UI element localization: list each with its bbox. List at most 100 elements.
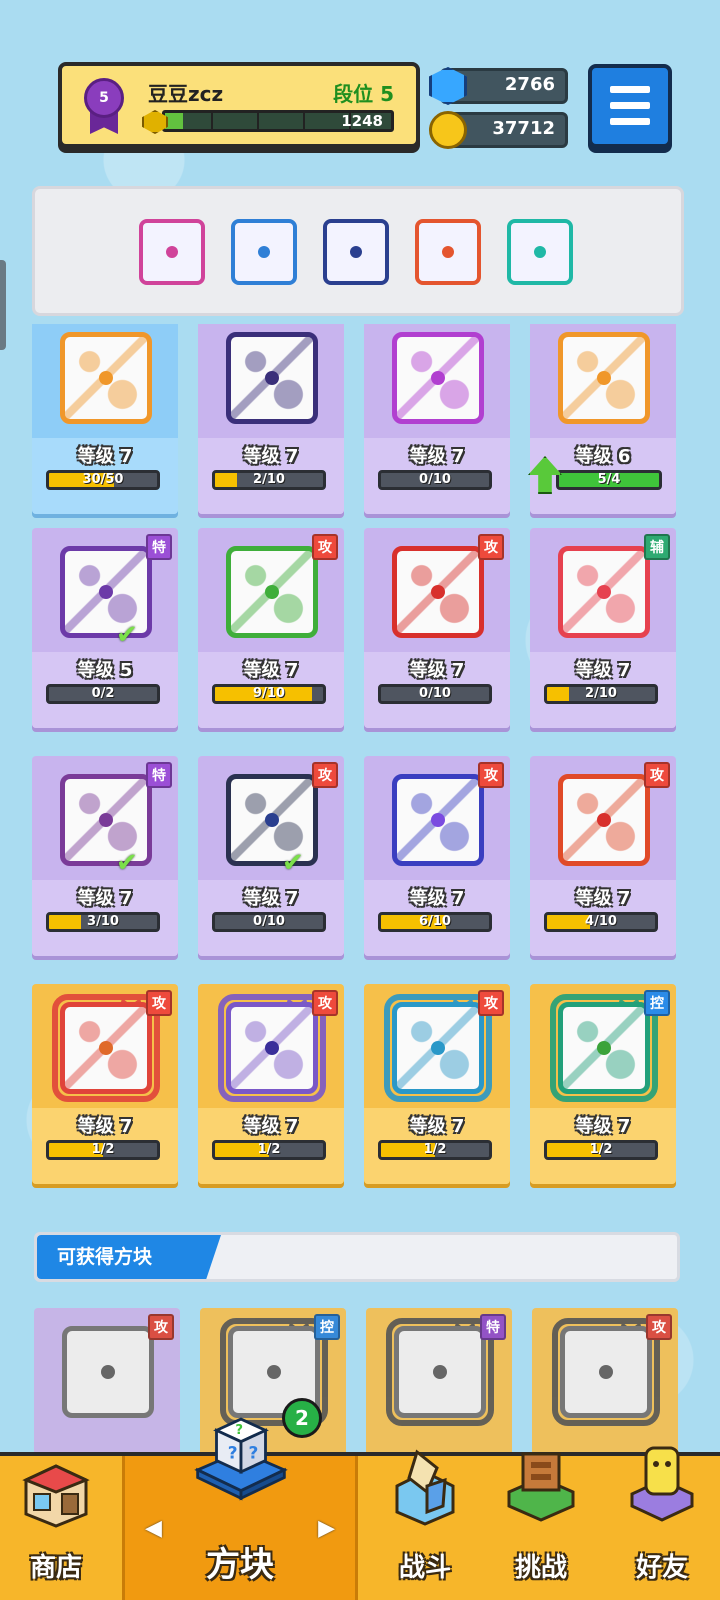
dice-card[interactable]: 攻等级 7 1/2 [364,984,510,1184]
progress-text: 1/2 [423,1142,447,1157]
dice-level: 等级 7 [243,888,299,909]
coin-counter[interactable]: 37712 [429,111,568,149]
progress-text: 1/2 [91,1142,115,1157]
upgrade-progress-bar: 0/10 [378,684,492,704]
dice-card[interactable]: ✔ 特等级 5 0/2 [32,528,178,728]
rank-label: 段位 5 [333,82,394,106]
dice-card[interactable]: ✔ 特等级 7 3/10 [32,756,178,956]
gem-counter[interactable]: 2766 [429,67,568,105]
trident-dragon-dice-icon [560,1326,652,1418]
dice-card[interactable]: 攻等级 7 1/2 [198,984,344,1184]
dice-type-tag: 特 [146,534,172,560]
dice-level: 等级 7 [575,660,631,681]
dice-card[interactable]: 攻等级 7 0/10 [364,528,510,728]
thunder-dice-icon [392,546,484,638]
swirl-dice-icon [62,1326,154,1418]
dice-pip [350,246,362,258]
dice-type-tag: 攻 [148,1314,174,1340]
dice-card[interactable]: 攻等级 7 6/10 [364,756,510,956]
gear-dice-icon[interactable] [323,219,389,285]
nav-friends-label: 好友 [635,1553,688,1583]
dice-card[interactable]: 等级 7 30/50 [32,324,178,514]
rainbow-dice-icon[interactable] [415,219,481,285]
dice-pip [265,371,279,385]
dice-card[interactable]: 等级 7 2/10 [198,324,344,514]
friends-icon [630,1446,694,1522]
dice-pip [431,585,445,599]
dice-card[interactable]: 控等级 7 1/2 [530,984,676,1184]
rank-badge-icon: 5 [84,78,124,118]
cyan-frost-dice-icon[interactable] [231,219,297,285]
scythe-dice-icon [226,332,318,424]
dice-level: 等级 7 [575,1116,631,1137]
dice-card[interactable]: 攻等级 7 1/2 [32,984,178,1184]
healing-hands-dice-icon[interactable] [507,219,573,285]
gear-dice-icon [226,774,318,866]
section-title: 可获得方块 [37,1235,221,1279]
dice-level: 等级 7 [243,1116,299,1137]
dice-card[interactable]: 攻等级 7 4/10 [530,756,676,956]
nav-challenge[interactable]: 挑战 [486,1452,596,1600]
dice-level: 等级 7 [575,888,631,909]
dice-level: 等级 7 [243,446,299,467]
dice-pip [442,246,454,258]
dice-pip [265,585,279,599]
nav-dice-label: 方块 [206,1545,274,1585]
dice-pip [267,1365,281,1379]
hamburger-icon [610,102,650,109]
equipped-deck [32,186,684,316]
progress-text: 0/10 [419,686,451,701]
upgrade-progress-bar: 0/10 [212,912,326,932]
dice-card[interactable]: 辅等级 7 2/10 [530,528,676,728]
upgrade-progress-bar: 1/2 [378,1140,492,1160]
mystery-dice-box-icon[interactable]: ? ? ? [192,1404,290,1502]
eye-dice-icon [392,774,484,866]
dice-pip [597,813,611,827]
upgrade-progress-bar: 1/2 [46,1140,160,1160]
dice-card[interactable]: 等级 6 5/4 [528,324,676,514]
dice-type-tag: 控 [314,1314,340,1340]
shop-icon [22,1464,90,1528]
available-dice-card[interactable]: 攻 [34,1308,180,1468]
nav-battle[interactable]: 战斗 [372,1449,478,1600]
dice-pip [99,813,113,827]
dice-card[interactable]: 攻等级 7 9/10 [198,528,344,728]
dice-card[interactable]: ✔ 攻等级 7 0/10 [198,756,344,956]
dice-type-tag: 攻 [312,990,338,1016]
dice-type-tag: 辅 [644,534,670,560]
upgrade-progress-bar: 4/10 [544,912,658,932]
dice-type-tag: 攻 [644,762,670,788]
dice-type-tag: 特 [146,762,172,788]
dice-type-tag: 攻 [646,1314,672,1340]
dice-level: 等级 7 [409,446,465,467]
dice-pip [431,813,445,827]
dice-level: 等级 7 [409,660,465,681]
progress-text: 0/10 [419,472,451,487]
dice-pip [265,1041,279,1055]
svg-text:?: ? [228,1443,238,1463]
dice-card[interactable]: 等级 7 0/10 [364,324,510,514]
purple-sweep-dice-icon[interactable] [139,219,205,285]
available-dice-card[interactable]: 特 [366,1308,512,1468]
coin-icon [429,111,467,149]
wind-dragon-dice-icon [558,1002,650,1094]
dice-pip [597,1041,611,1055]
upgrade-progress-bar: 0/2 [46,684,160,704]
dice-level: 等级 7 [409,1116,465,1137]
progress-text: 3/10 [87,914,119,929]
hamburger-icon [610,86,650,93]
infinity-dragon-dice-icon [394,1326,486,1418]
player-profile-panel[interactable]: 5 豆豆zcz 段位 5 1248 [58,62,420,148]
menu-button[interactable] [588,64,672,148]
bottom-nav: 商店 ◀ ▶ 方块 战斗 挑战 好友 [0,1446,720,1600]
progress-text: 30/50 [82,472,124,487]
xp-value: 1248 [341,112,383,130]
dice-level: 等级 7 [77,446,133,467]
progress-text: 0/2 [91,686,115,701]
upgrade-progress-bar: 3/10 [46,912,160,932]
progress-text: 6/10 [419,914,451,929]
cross-dice-icon [558,546,650,638]
nav-shop[interactable]: 商店 [0,1456,112,1600]
nav-friends[interactable]: 好友 [604,1446,720,1600]
progress-text: 0/10 [253,914,285,929]
